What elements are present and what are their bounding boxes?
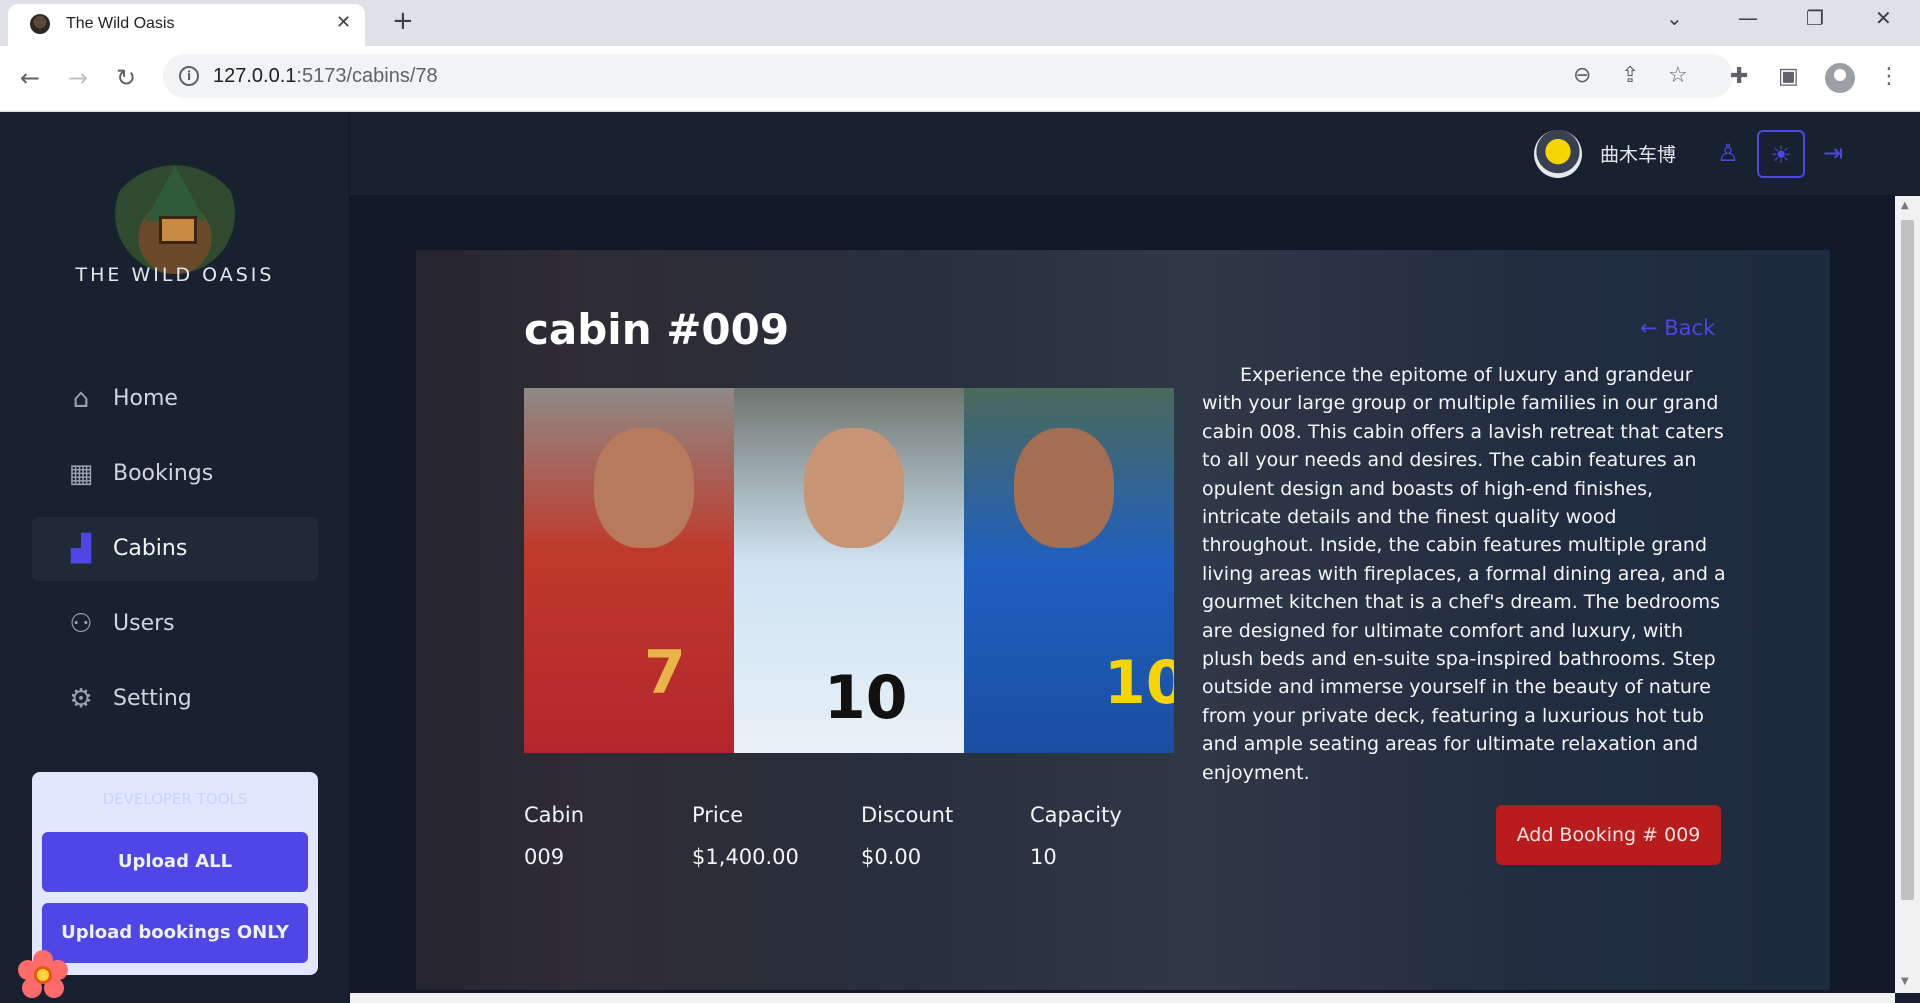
- gear-icon: ⚙: [69, 684, 93, 714]
- minimize-button[interactable]: —: [1738, 6, 1758, 30]
- extensions-puzzle-icon[interactable]: ✚: [1730, 64, 1748, 89]
- cabin-description: Experience the epitome of luxury and gra…: [1202, 364, 1726, 784]
- vertical-scrollbar[interactable]: ▲ ▼: [1895, 196, 1920, 993]
- restore-button[interactable]: ❐: [1806, 6, 1824, 30]
- stat-value: 10: [1030, 845, 1057, 869]
- stat-label: Discount: [861, 803, 954, 827]
- sidebar-item-label: Cabins: [113, 536, 188, 561]
- main-nav: ⌂ Home ▦ Bookings ▟ Cabins ⚇ Users ⚙ Set…: [32, 367, 318, 742]
- scroll-up-icon[interactable]: ▲: [1901, 200, 1909, 211]
- app-header: 曲木车博 ♙ ☀ ⇥: [350, 112, 1920, 196]
- scroll-down-icon[interactable]: ▼: [1901, 976, 1909, 987]
- stat-discount: Discount $0.00: [861, 803, 953, 869]
- jersey-number: 7: [644, 638, 686, 708]
- zoom-out-icon[interactable]: ⊖: [1573, 63, 1591, 88]
- side-panel-icon[interactable]: ▣: [1778, 64, 1799, 89]
- back-link[interactable]: ← Back: [1640, 316, 1715, 340]
- jersey-number: 10: [1104, 648, 1174, 718]
- building-icon: ▟: [71, 534, 91, 564]
- url-text[interactable]: 127.0.0.1:5173/cabins/78: [213, 65, 438, 88]
- site-info-icon[interactable]: i: [179, 66, 199, 86]
- sidebar-item-home[interactable]: ⌂ Home: [32, 367, 318, 431]
- react-devtools-flower-icon[interactable]: [18, 950, 68, 1000]
- upload-panel-label: DEVELOPER TOOLS: [102, 790, 248, 808]
- player-center-image: 10: [734, 388, 964, 753]
- stat-label: Cabin: [524, 803, 585, 827]
- sidebar-item-label: Users: [113, 611, 175, 636]
- stat-label: Capacity: [1030, 803, 1122, 827]
- sidebar-item-users[interactable]: ⚇ Users: [32, 592, 318, 656]
- share-icon[interactable]: ⇪: [1621, 63, 1639, 88]
- sidebar: THE WILD OASIS ⌂ Home ▦ Bookings ▟ Cabin…: [0, 112, 350, 1003]
- stat-value: 009: [524, 845, 565, 869]
- stat-price: Price $1,400.00: [692, 803, 799, 869]
- sidebar-item-cabins[interactable]: ▟ Cabins: [32, 517, 318, 581]
- reload-icon[interactable]: ↻: [116, 64, 136, 92]
- close-window-button[interactable]: ✕: [1875, 6, 1892, 30]
- add-booking-button[interactable]: Add Booking # 009: [1496, 805, 1721, 865]
- url-field[interactable]: i 127.0.0.1:5173/cabins/78 ⊖ ⇪ ☆: [163, 54, 1733, 98]
- cabin-image: 7 10 10: [524, 388, 1174, 753]
- stat-value: $1,400.00: [692, 845, 799, 869]
- url-path: :5173/cabins/78: [296, 65, 438, 87]
- tab-title: The Wild Oasis: [66, 15, 175, 32]
- browser-tab[interactable]: The Wild Oasis ✕: [8, 4, 365, 46]
- sidebar-item-label: Setting: [113, 686, 192, 711]
- logo-text: THE WILD OASIS: [75, 264, 275, 286]
- player-right-image: 10: [964, 388, 1174, 753]
- home-icon: ⌂: [72, 384, 90, 414]
- browser-menu-icon[interactable]: ⋮: [1878, 64, 1900, 89]
- back-arrow-icon[interactable]: ←: [20, 64, 40, 92]
- logout-icon[interactable]: ⇥: [1809, 130, 1857, 178]
- scrollbar-thumb[interactable]: [1901, 220, 1914, 900]
- dark-mode-toggle-sun-icon[interactable]: ☀: [1757, 130, 1805, 178]
- address-bar: ← → ↻ i 127.0.0.1:5173/cabins/78 ⊖ ⇪ ☆ ✚…: [0, 46, 1920, 112]
- upload-all-button[interactable]: Upload ALL: [42, 832, 308, 892]
- forward-arrow-icon[interactable]: →: [68, 64, 88, 92]
- sidebar-item-label: Home: [113, 386, 178, 411]
- stat-value: $0.00: [861, 845, 922, 869]
- player-left-image: 7: [524, 388, 734, 753]
- users-icon: ⚇: [69, 609, 93, 639]
- stat-label: Price: [692, 803, 744, 827]
- sidebar-item-label: Bookings: [113, 461, 214, 486]
- tab-close-icon[interactable]: ✕: [336, 12, 351, 33]
- favicon-icon: [30, 14, 50, 34]
- browser-tab-bar: The Wild Oasis ✕ + ⌄ — ❐ ✕: [0, 0, 1920, 46]
- tab-search-dropdown-icon[interactable]: ⌄: [1666, 6, 1683, 30]
- bookmark-star-icon[interactable]: ☆: [1668, 63, 1688, 88]
- jersey-number: 10: [824, 663, 908, 733]
- new-tab-button[interactable]: +: [392, 6, 414, 36]
- user-profile-icon[interactable]: ♙: [1704, 130, 1752, 178]
- calendar-icon: ▦: [68, 459, 94, 489]
- username: 曲木车博: [1600, 144, 1677, 166]
- cabin-detail-card: cabin #009 ← Back 7 10 10 Experience the…: [416, 250, 1830, 990]
- page-title: cabin #009: [524, 305, 790, 354]
- logo-image: [115, 154, 235, 274]
- profile-icon[interactable]: [1825, 63, 1855, 93]
- horizontal-scrollbar[interactable]: [350, 993, 1895, 1003]
- sidebar-item-setting[interactable]: ⚙ Setting: [32, 667, 318, 731]
- url-host: 127.0.0.1: [213, 65, 297, 87]
- avatar: [1534, 130, 1582, 178]
- stat-cabin: Cabin 009: [524, 803, 584, 869]
- sidebar-item-bookings[interactable]: ▦ Bookings: [32, 442, 318, 506]
- upload-panel: DEVELOPER TOOLS Upload ALL Upload bookin…: [32, 772, 318, 975]
- upload-bookings-button[interactable]: Upload bookings ONLY: [42, 903, 308, 963]
- stat-capacity: Capacity 10: [1030, 803, 1122, 869]
